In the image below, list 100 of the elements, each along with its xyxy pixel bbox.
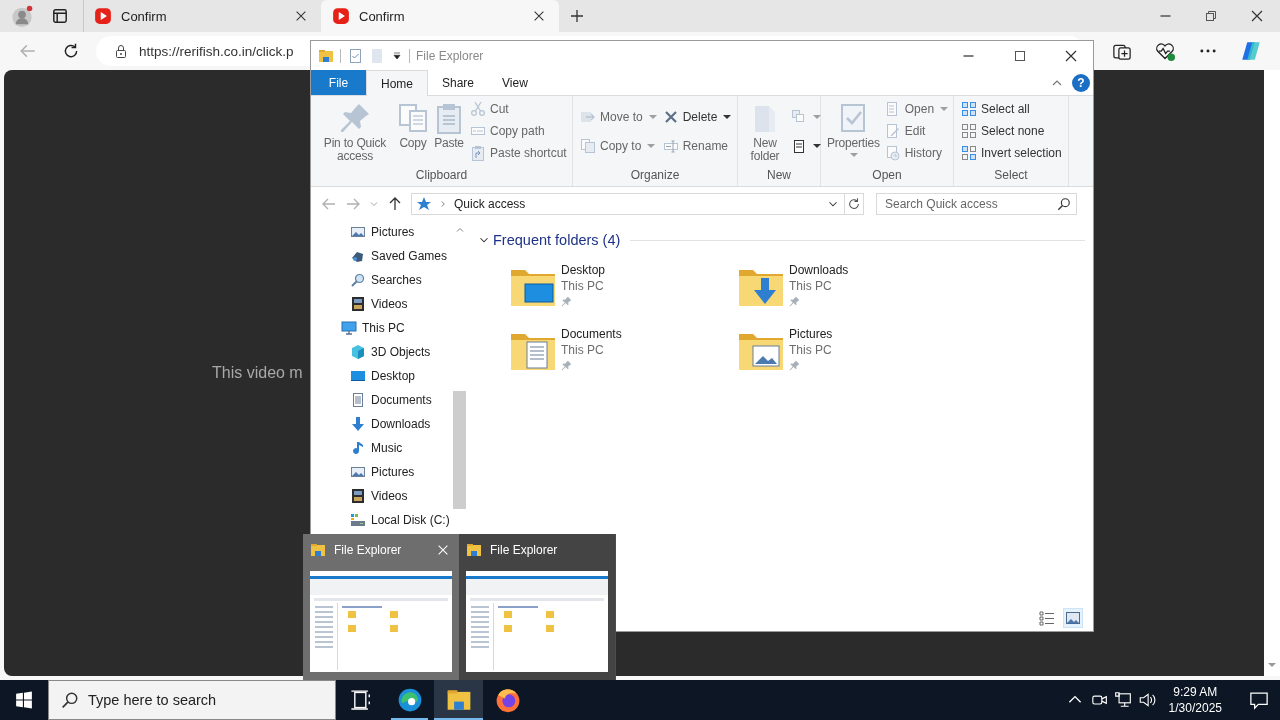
ribbon-button[interactable]: Delete [659, 106, 735, 128]
view-button[interactable] [1063, 608, 1083, 628]
caret-icon [648, 115, 657, 119]
lock-icon [113, 43, 129, 59]
folder-icon [318, 47, 334, 64]
refresh-button[interactable] [845, 192, 864, 215]
folder-name[interactable]: Downloads [789, 262, 849, 278]
search-icon [1057, 196, 1071, 211]
url-text[interactable]: https://rerifish.co.in/click.p [139, 43, 294, 59]
browser-tab[interactable]: Confirm [83, 0, 321, 32]
cube-icon [350, 344, 366, 360]
window-title: File Explorer [416, 48, 484, 63]
nav-item[interactable]: Desktop [311, 364, 452, 388]
nav-item[interactable]: Videos [311, 484, 452, 508]
window-preview-card[interactable]: File Explorer [459, 534, 615, 680]
address-field[interactable]: Quick access [411, 192, 845, 215]
star-icon [416, 195, 432, 212]
landscape-icon [350, 224, 366, 240]
nav-item[interactable]: Searches [311, 268, 452, 292]
search-icon [61, 691, 79, 709]
pencil-page-icon [884, 123, 901, 139]
tab-title[interactable]: Confirm [359, 8, 520, 24]
speaker-icon [1137, 691, 1156, 709]
scrollbar[interactable] [1264, 70, 1280, 676]
checked-page-icon [347, 47, 363, 64]
browser-icon [396, 687, 423, 713]
caret-icon [850, 153, 859, 157]
folder-name[interactable]: Desktop [561, 262, 606, 278]
film-icon [350, 488, 366, 504]
app-logo-icon [1241, 41, 1261, 61]
search-box[interactable]: Type here to search [48, 680, 336, 720]
nav-item[interactable]: This PC [311, 316, 452, 340]
tab-title[interactable]: Confirm [121, 8, 282, 24]
music-note-icon [350, 440, 366, 456]
view-button[interactable] [1037, 608, 1057, 628]
taskbar-button[interactable] [434, 680, 483, 720]
ribbon-tab[interactable]: Home [366, 70, 428, 96]
delete-icon [662, 109, 679, 125]
location-text[interactable]: Quick access [454, 196, 526, 211]
window-preview-card[interactable]: File Explorer [303, 534, 459, 680]
close-icon [1249, 8, 1265, 24]
network-icon [1113, 691, 1132, 709]
folder-icon [466, 542, 482, 558]
heartbeat-icon [1155, 41, 1175, 61]
nav-item[interactable]: Pictures [311, 460, 452, 484]
folder-location: This PC [789, 278, 833, 294]
folder-location: This PC [561, 278, 605, 294]
nav-item[interactable]: Documents [311, 388, 452, 412]
windows-icon [15, 691, 33, 709]
chat-bubble-icon [1249, 690, 1269, 710]
caret-icon [647, 144, 656, 148]
video-message: This video m [212, 364, 303, 382]
ribbon-button[interactable]: Invert selection [958, 142, 1065, 164]
down-arrow-icon [350, 416, 366, 432]
preview-title[interactable]: File Explorer [334, 543, 402, 557]
search-field[interactable]: Search Quick access [885, 194, 1057, 213]
browser-tab[interactable]: Confirm [321, 0, 559, 32]
folder-name[interactable]: Pictures [789, 326, 833, 342]
refresh-icon [847, 196, 861, 211]
minimize-icon [963, 54, 974, 57]
scroll-down-icon [1268, 663, 1276, 667]
ribbon-button[interactable]: Select all [958, 98, 1065, 120]
invert-selection-icon [961, 145, 977, 161]
clock-date[interactable]: 1/30/2025 [1168, 700, 1222, 716]
desktop-icon [350, 368, 366, 384]
ribbon-tab[interactable]: Share [428, 70, 489, 95]
page-icon [369, 47, 385, 64]
nav-item[interactable]: Videos [311, 292, 452, 316]
nav-item[interactable]: Pictures [311, 220, 452, 244]
nav-item[interactable]: Music [311, 436, 452, 460]
preview-title[interactable]: File Explorer [490, 543, 558, 557]
nav-item[interactable]: Saved Games [311, 244, 452, 268]
folder-icon [445, 687, 472, 713]
film-icon [350, 296, 366, 312]
group-label: Open [871, 168, 903, 184]
clock-page-icon [884, 145, 901, 161]
section-title[interactable]: Frequent folders (4) [493, 232, 621, 248]
folder-name[interactable]: Documents [561, 326, 622, 342]
select-all-icon [961, 101, 977, 117]
move-icon [580, 109, 596, 125]
select-none-icon [961, 123, 977, 139]
copy-to-icon [580, 138, 596, 154]
clock-time[interactable]: 9:29 AM [1173, 684, 1218, 700]
nav-item[interactable]: Local Disk (C:) [311, 508, 452, 532]
minimize-icon [1159, 15, 1171, 17]
plus-icon [569, 8, 585, 24]
scroll-thumb[interactable] [453, 391, 466, 509]
nav-item[interactable]: Downloads [311, 412, 452, 436]
more-icon [1200, 49, 1216, 53]
help-button[interactable]: ? [1072, 73, 1090, 92]
play-icon [94, 7, 112, 25]
ribbon-tab[interactable]: View [488, 70, 542, 95]
ribbon-button[interactable]: Select none [958, 120, 1065, 142]
caret-icon [940, 107, 949, 111]
folder-location: This PC [561, 342, 605, 358]
file-tab[interactable]: File [311, 70, 366, 95]
search-field[interactable]: Type here to search [88, 685, 328, 715]
folder-icon [310, 542, 326, 558]
nav-item[interactable]: 3D Objects [311, 340, 452, 364]
scissors-icon [470, 101, 486, 117]
